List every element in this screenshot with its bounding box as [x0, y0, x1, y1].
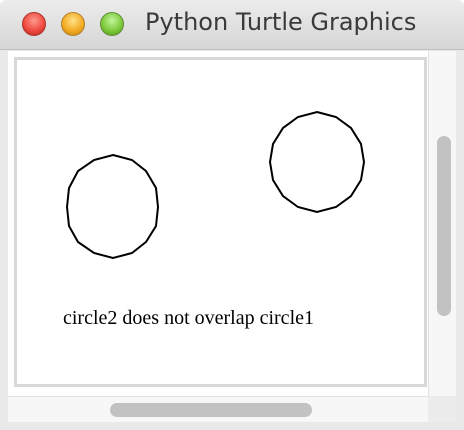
vertical-scrollbar[interactable]: [428, 51, 456, 396]
close-button[interactable]: [22, 12, 46, 36]
horizontal-scroll-thumb[interactable]: [110, 403, 312, 417]
overlap-message: circle2 does not overlap circle1: [63, 307, 314, 329]
minimize-button[interactable]: [61, 12, 85, 36]
vertical-scroll-thumb[interactable]: [437, 136, 451, 316]
zoom-button[interactable]: [100, 12, 124, 36]
circle1: [65, 153, 160, 260]
window-content: circle2 does not overlap circle1: [8, 51, 456, 422]
scroll-corner: [428, 396, 456, 422]
window-title: Python Turtle Graphics: [145, 8, 417, 36]
circle2: [268, 110, 366, 214]
turtle-window: Python Turtle Graphics circle2 does not …: [0, 0, 464, 430]
turtle-drawing: circle2 does not overlap circle1: [63, 110, 366, 329]
horizontal-scrollbar[interactable]: [8, 396, 428, 422]
title-bar[interactable]: Python Turtle Graphics: [0, 0, 464, 50]
turtle-canvas: circle2 does not overlap circle1: [14, 57, 427, 387]
